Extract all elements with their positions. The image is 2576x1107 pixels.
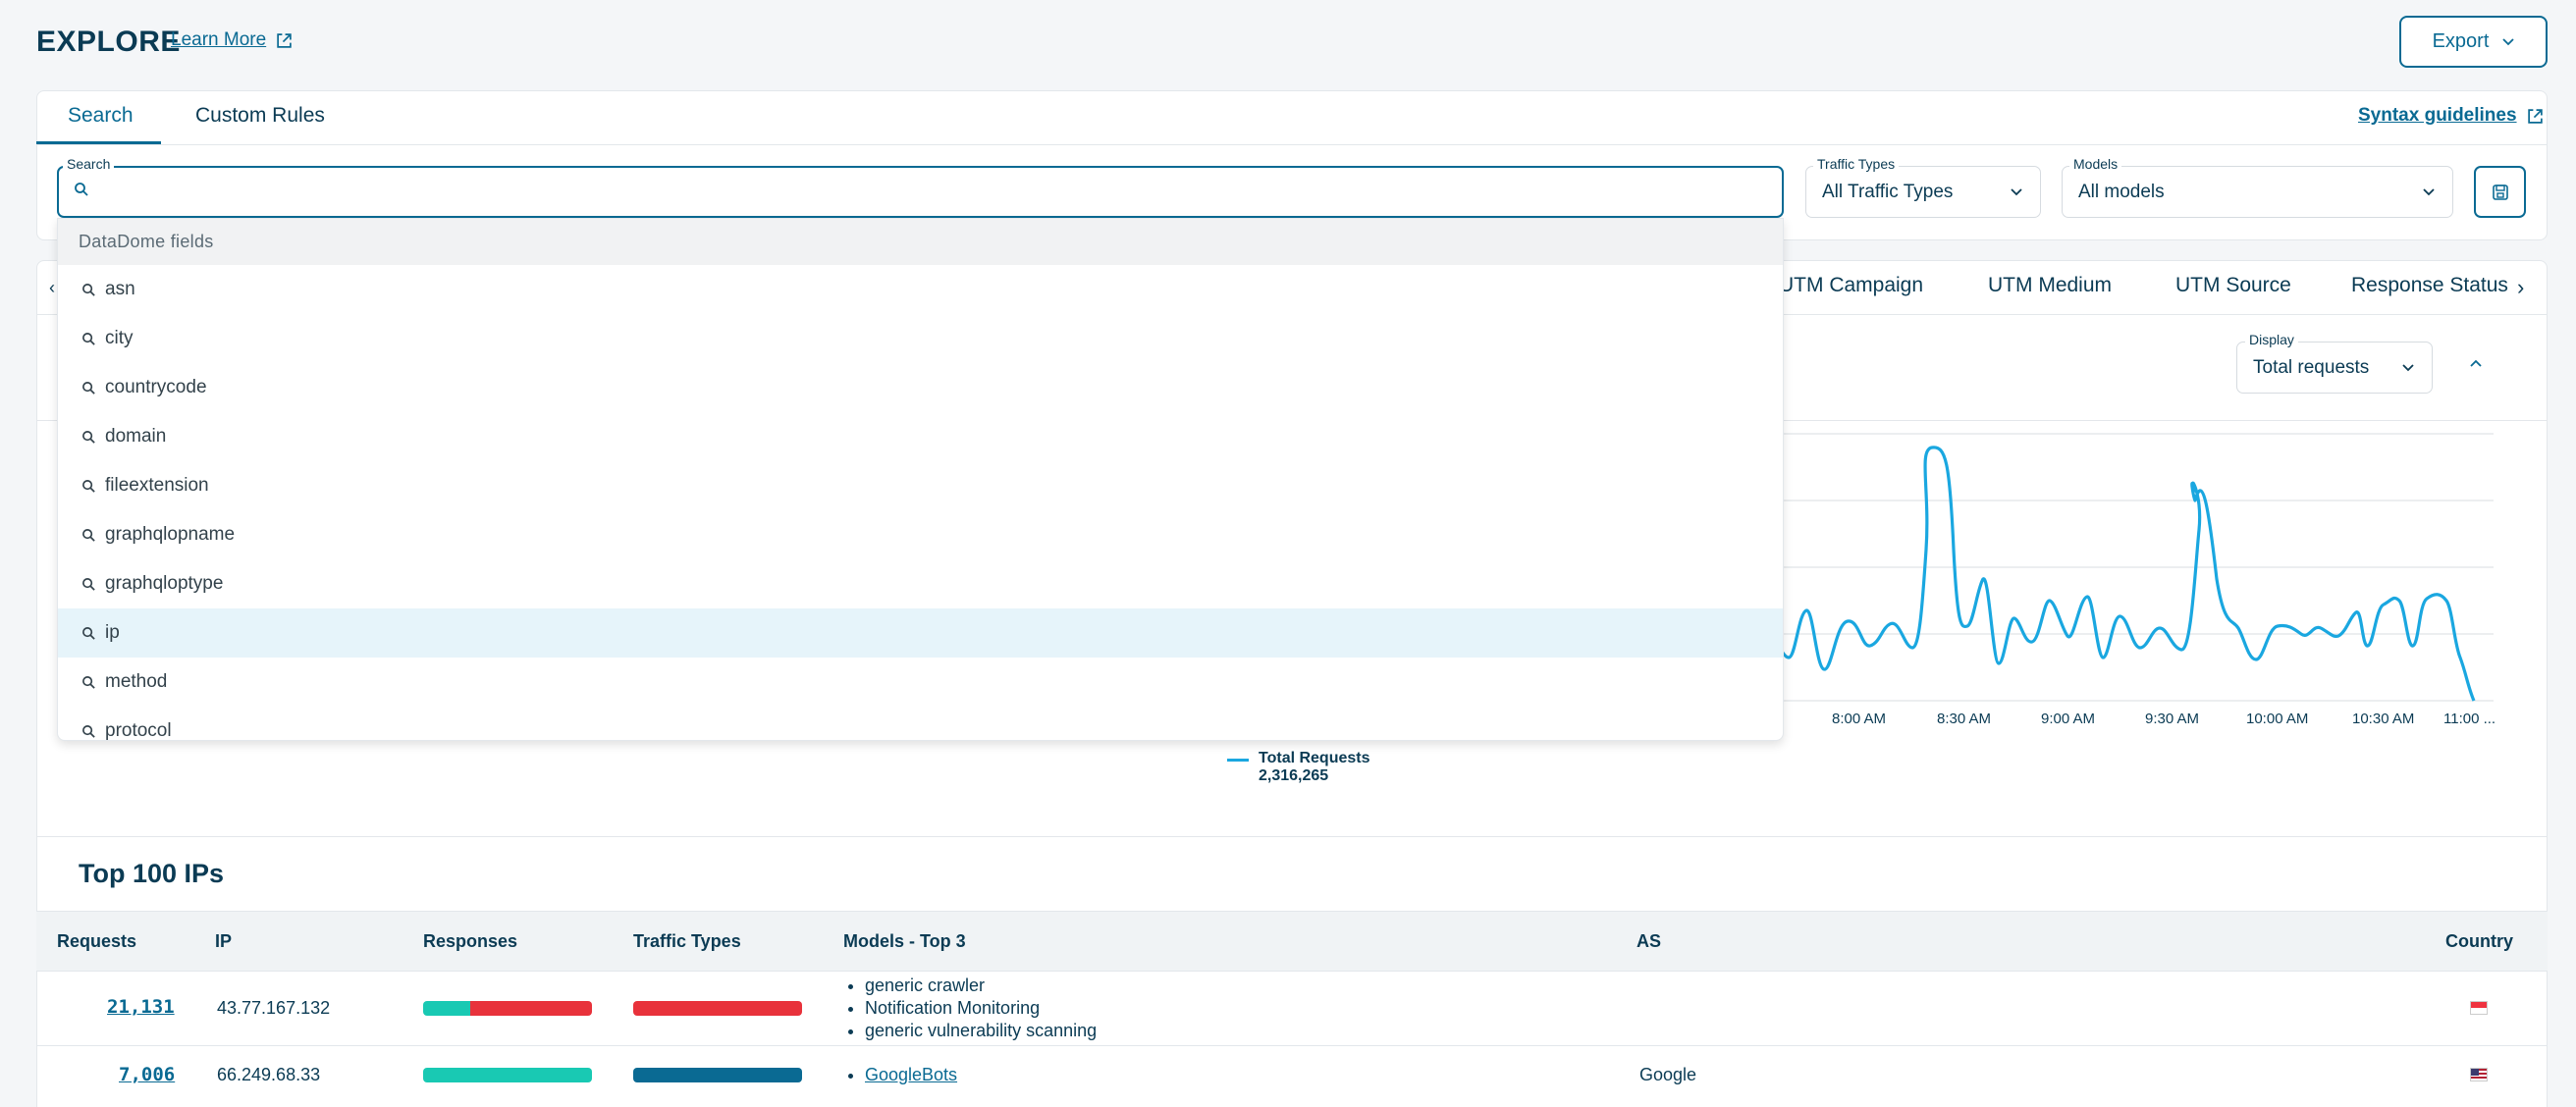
suggestion-label: ip <box>105 622 120 643</box>
ip-value: 43.77.167.132 <box>217 998 331 1018</box>
column-header-requests[interactable]: Requests <box>57 931 136 952</box>
suggestion-item-fileextension[interactable]: fileextension <box>58 461 1783 510</box>
search-icon <box>82 283 95 296</box>
search-icon <box>82 577 95 591</box>
column-header-models[interactable]: Models - Top 3 <box>843 931 966 952</box>
x-tick-label: 9:00 AM <box>2041 711 2096 727</box>
search-icon <box>82 381 95 395</box>
models-list: GoogleBots <box>845 1064 957 1086</box>
x-tick-label: 8:30 AM <box>1937 711 1992 727</box>
requests-link[interactable]: 21,131 <box>107 996 175 1018</box>
column-header-ip[interactable]: IP <box>215 931 232 952</box>
suggestion-item-ip[interactable]: ip <box>58 608 1783 658</box>
divider <box>36 836 2548 837</box>
suggestion-item-countrycode[interactable]: countrycode <box>58 363 1783 412</box>
suggestion-label: asn <box>105 279 135 299</box>
series-line-total-requests <box>1765 446 2476 702</box>
search-icon <box>82 724 95 738</box>
suggestion-item-domain[interactable]: domain <box>58 412 1783 461</box>
suggestion-label: countrycode <box>105 377 207 397</box>
suggestion-item-graphqlopname[interactable]: graphqlopname <box>58 510 1783 559</box>
traffic-types-bar <box>633 1001 802 1016</box>
requests-link[interactable]: 7,006 <box>119 1064 175 1085</box>
suggestion-item-city[interactable]: city <box>58 314 1783 363</box>
x-tick-label: 8:00 AM <box>1832 711 1887 727</box>
model-link[interactable]: GoogleBots <box>865 1065 957 1084</box>
suggestion-label: domain <box>105 426 167 447</box>
suggestion-label: fileextension <box>105 475 209 496</box>
search-icon <box>82 479 95 493</box>
search-icon <box>82 528 95 542</box>
table-row: 7,006 66.249.68.33 GoogleBots Google <box>0 1046 2576 1107</box>
suggestion-item-graphqloptype[interactable]: graphqloptype <box>58 559 1783 608</box>
responses-bar-ok <box>423 1068 592 1082</box>
x-tick-label: 10:00 AM <box>2246 711 2309 727</box>
legend-swatch <box>1227 759 1249 762</box>
suggestion-label: method <box>105 671 168 692</box>
x-tick-label: 10:30 AM <box>2352 711 2415 727</box>
search-icon <box>82 430 95 444</box>
x-tick-label: 11:00 ... <box>2443 711 2496 727</box>
legend-series-total: 2,316,265 <box>1259 767 1329 784</box>
model-item[interactable]: GoogleBots <box>865 1064 957 1086</box>
as-value: Google <box>1639 1065 1697 1084</box>
suggestion-label: city <box>105 328 134 348</box>
chart-gridlines <box>1767 433 2494 702</box>
column-header-traffic-types[interactable]: Traffic Types <box>633 931 741 952</box>
x-tick-label: 9:30 AM <box>2145 711 2200 727</box>
suggestion-label: graphqloptype <box>105 573 224 594</box>
responses-bar-ok <box>423 1001 471 1016</box>
column-header-responses[interactable]: Responses <box>423 931 517 952</box>
table-header <box>36 911 2548 972</box>
legend-series-name: Total Requests <box>1259 750 1370 766</box>
suggestion-label: protocol <box>105 720 172 741</box>
table-row: 21,131 43.77.167.132 generic crawler Not… <box>0 972 2576 1045</box>
search-icon <box>82 675 95 689</box>
suggestion-item-protocol[interactable]: protocol <box>58 707 1783 741</box>
responses-bar <box>423 1001 592 1016</box>
suggestion-label: graphqlopname <box>105 524 236 545</box>
ip-value: 66.249.68.33 <box>217 1065 321 1084</box>
search-icon <box>82 626 95 640</box>
model-item: generic crawler <box>865 975 1097 997</box>
chart-legend: Total Requests 2,316,265 <box>1227 750 1370 785</box>
model-item: Notification Monitoring <box>865 997 1097 1020</box>
suggestion-item-method[interactable]: method <box>58 658 1783 707</box>
search-suggestions-dropdown: DataDome fields asn city countrycode domain… <box>57 218 1784 741</box>
search-icon <box>82 332 95 345</box>
suggestion-item-asn[interactable]: asn <box>58 265 1783 314</box>
column-header-country[interactable]: Country <box>2445 931 2513 952</box>
traffic-types-bar <box>633 1068 802 1082</box>
flag-us-icon <box>2470 1068 2488 1081</box>
flag-sg-icon <box>2470 1001 2488 1015</box>
table-title: Top 100 IPs <box>79 859 225 888</box>
responses-bar-blocked <box>470 1001 592 1016</box>
models-list: generic crawler Notification Monitoring … <box>845 975 1097 1042</box>
model-item: generic vulnerability scanning <box>865 1020 1097 1042</box>
responses-bar <box>423 1068 592 1082</box>
column-header-as[interactable]: AS <box>1637 931 1661 952</box>
suggestions-group-header: DataDome fields <box>58 219 1783 265</box>
